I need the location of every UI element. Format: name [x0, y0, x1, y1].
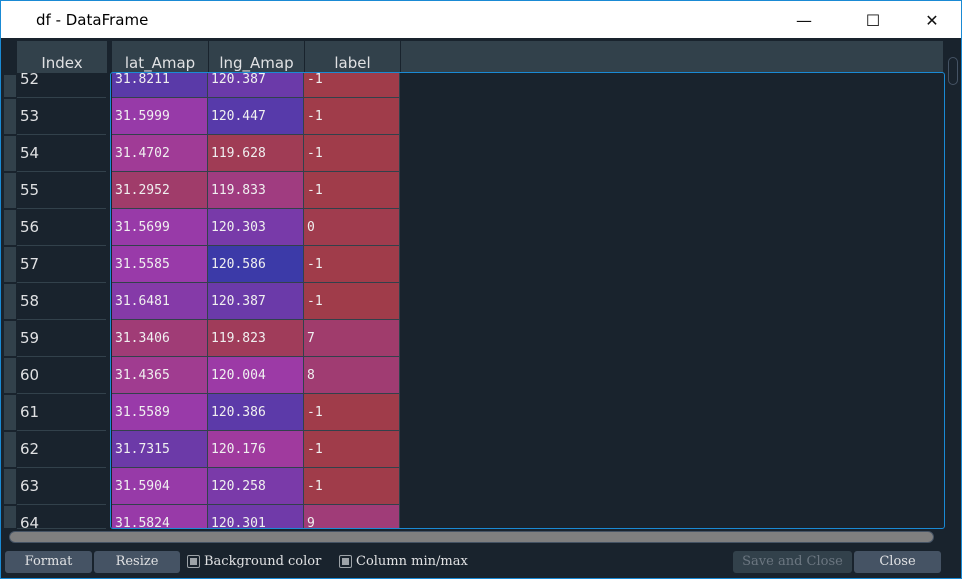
table-cell[interactable]: 31.3406: [112, 320, 208, 357]
table-cell[interactable]: 31.8211: [112, 73, 208, 98]
index-header[interactable]: Index: [17, 41, 108, 73]
table-cell[interactable]: 31.4365: [112, 357, 208, 394]
table-cell[interactable]: 120.387: [208, 283, 304, 320]
table-cell[interactable]: -1: [304, 246, 400, 283]
table-cell[interactable]: 120.386: [208, 394, 304, 431]
close-window-button[interactable]: ✕: [909, 1, 955, 39]
resize-button[interactable]: Resize: [94, 551, 180, 573]
table-cell[interactable]: 120.258: [208, 468, 304, 505]
table-cell[interactable]: 8: [304, 357, 400, 394]
column-minmax-label: Column min/max: [356, 554, 468, 569]
column-minmax-checkbox[interactable]: [339, 555, 352, 568]
minimize-button[interactable]: —: [781, 1, 827, 39]
title-bar: df - DataFrame — ☐ ✕: [0, 0, 962, 38]
row-index: 60: [17, 357, 106, 394]
row-index: 55: [17, 172, 106, 209]
row-header-handle[interactable]: [4, 358, 16, 393]
row-header-handle[interactable]: [4, 395, 16, 430]
close-button[interactable]: Close: [854, 551, 941, 573]
column-header[interactable]: lng_Amap: [209, 41, 305, 73]
table-cell[interactable]: 120.176: [208, 431, 304, 468]
row-header-handle[interactable]: [4, 210, 16, 245]
row-header-handle[interactable]: [4, 247, 16, 282]
table-cell[interactable]: 31.2952: [112, 172, 208, 209]
table-cell[interactable]: 31.5699: [112, 209, 208, 246]
row-index: 59: [17, 320, 106, 357]
row-header-handle[interactable]: [4, 321, 16, 356]
row-header-handle[interactable]: [4, 284, 16, 319]
row-header-handle[interactable]: [4, 432, 16, 467]
table-cell[interactable]: 120.301: [208, 505, 304, 528]
column-header[interactable]: label: [305, 41, 401, 73]
table-cell[interactable]: 7: [304, 320, 400, 357]
table-cell[interactable]: -1: [304, 468, 400, 505]
row-header-handle[interactable]: [4, 469, 16, 504]
table-cell[interactable]: -1: [304, 135, 400, 172]
table-cell[interactable]: 31.5824: [112, 505, 208, 528]
save-and-close-button[interactable]: Save and Close: [733, 551, 852, 573]
table-cell[interactable]: 120.387: [208, 73, 304, 98]
table-cell[interactable]: -1: [304, 283, 400, 320]
table-cell[interactable]: 31.5999: [112, 98, 208, 135]
table-cell[interactable]: 120.447: [208, 98, 304, 135]
table-cell[interactable]: 31.4702: [112, 135, 208, 172]
row-index: 54: [17, 135, 106, 172]
table-cell[interactable]: 120.586: [208, 246, 304, 283]
maximize-button[interactable]: ☐: [850, 1, 896, 39]
table-cell[interactable]: -1: [304, 394, 400, 431]
row-index: 53: [17, 98, 106, 135]
table-cell[interactable]: 119.628: [208, 135, 304, 172]
table-cell[interactable]: 120.303: [208, 209, 304, 246]
table-cell[interactable]: 0: [304, 209, 400, 246]
column-header[interactable]: lat_Amap: [112, 41, 209, 73]
table-cell[interactable]: 31.5904: [112, 468, 208, 505]
table-cell[interactable]: 119.833: [208, 172, 304, 209]
horizontal-scrollbar[interactable]: [9, 531, 934, 543]
table-cell[interactable]: 31.7315: [112, 431, 208, 468]
table-cell[interactable]: -1: [304, 172, 400, 209]
window-title: df - DataFrame: [36, 11, 149, 29]
table-cell[interactable]: 120.004: [208, 357, 304, 394]
format-button[interactable]: Format: [5, 551, 92, 573]
row-header-handle[interactable]: [4, 506, 16, 528]
row-header-handle[interactable]: [4, 136, 16, 171]
row-index: 63: [17, 468, 106, 505]
background-color-checkbox[interactable]: [187, 555, 200, 568]
background-color-label: Background color: [204, 554, 322, 569]
table-cell[interactable]: -1: [304, 73, 400, 98]
row-index: 62: [17, 431, 106, 468]
vertical-scroll-thumb[interactable]: [948, 57, 958, 85]
row-index: 64: [17, 505, 106, 529]
row-header-handle[interactable]: [4, 173, 16, 208]
table-cell[interactable]: 119.823: [208, 320, 304, 357]
row-index: 57: [17, 246, 106, 283]
table-cell[interactable]: 31.6481: [112, 283, 208, 320]
table-cell[interactable]: -1: [304, 431, 400, 468]
header-filler: [401, 41, 943, 73]
row-index: 58: [17, 283, 106, 320]
data-table[interactable]: 31.8211 120.387 -1 31.5999 120.447 -1 31.4702 1…: [110, 72, 945, 529]
table-cell[interactable]: -1: [304, 98, 400, 135]
row-index: 56: [17, 209, 106, 246]
vertical-scrollbar[interactable]: [946, 41, 960, 529]
row-header-handle[interactable]: [4, 99, 16, 134]
table-cell[interactable]: 31.5585: [112, 246, 208, 283]
row-index: 61: [17, 394, 106, 431]
table-cell[interactable]: 9: [304, 505, 400, 528]
table-cell[interactable]: 31.5589: [112, 394, 208, 431]
